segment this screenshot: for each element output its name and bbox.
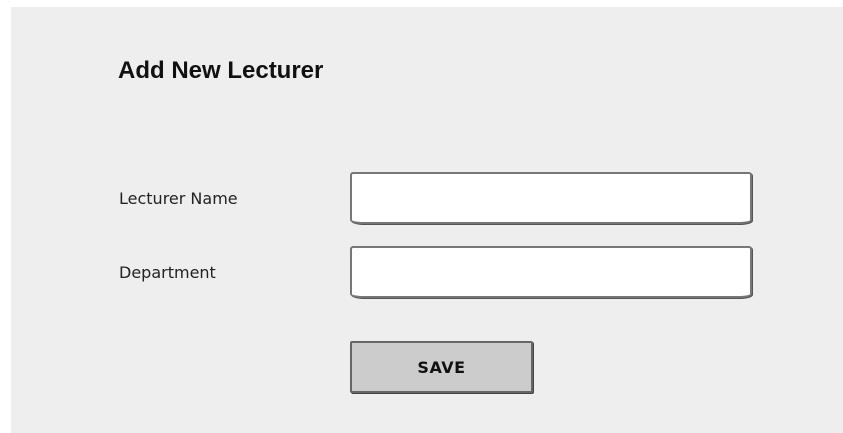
save-button[interactable]: SAVE	[350, 341, 533, 393]
page-title: Add New Lecturer	[118, 57, 324, 84]
department-label: Department	[119, 263, 216, 282]
add-lecturer-panel: Add New Lecturer Lecturer Name Departmen…	[11, 7, 843, 433]
lecturer-name-input[interactable]	[350, 172, 752, 224]
lecturer-name-label: Lecturer Name	[119, 189, 238, 208]
department-input[interactable]	[350, 246, 752, 298]
